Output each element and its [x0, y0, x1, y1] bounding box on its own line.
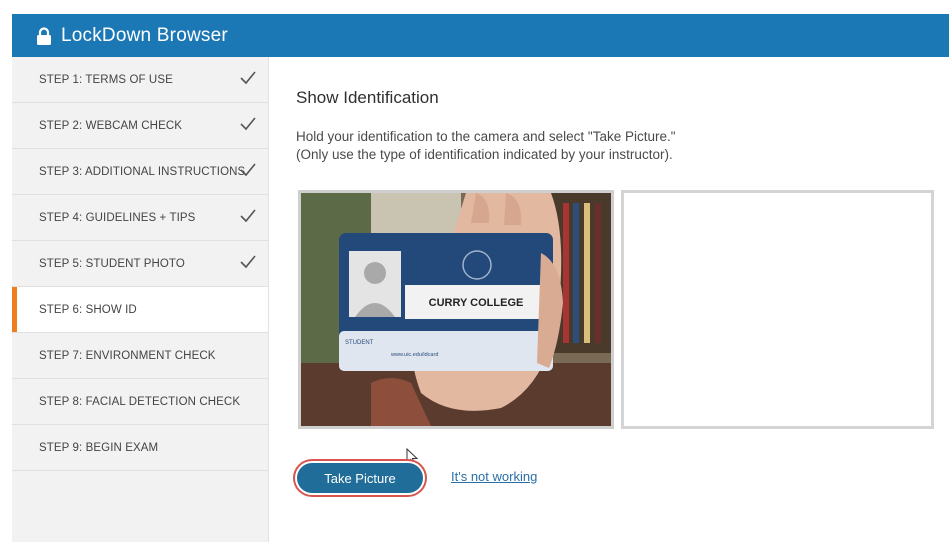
sidebar-item-webcam-check[interactable]: STEP 2: WEBCAM CHECK — [12, 103, 268, 149]
captured-photo-preview — [621, 190, 934, 429]
sidebar-item-label: STEP 4: GUIDELINES + TIPS — [39, 211, 196, 224]
checkmark-icon — [240, 117, 256, 131]
page-title: Show Identification — [296, 88, 439, 107]
checkmark-icon — [240, 163, 256, 177]
sidebar-item-terms-of-use[interactable]: STEP 1: TERMS OF USE — [12, 57, 268, 103]
sidebar-item-begin-exam[interactable]: STEP 9: BEGIN EXAM — [12, 425, 268, 471]
checkmark-icon — [240, 255, 256, 269]
sidebar-item-environment-check[interactable]: STEP 7: ENVIRONMENT CHECK — [12, 333, 268, 379]
sidebar-item-facial-detection-check[interactable]: STEP 8: FACIAL DETECTION CHECK — [12, 379, 268, 425]
app-title: LockDown Browser — [61, 24, 228, 46]
lock-icon — [37, 26, 51, 45]
instruction-note: (Only use the type of identification ind… — [296, 147, 673, 162]
steps-sidebar: STEP 1: TERMS OF USE STEP 2: WEBCAM CHEC… — [12, 57, 269, 542]
sidebar-item-student-photo[interactable]: STEP 5: STUDENT PHOTO — [12, 241, 268, 287]
webcam-feed: CURRY COLLEGE STUDENT www.uic.edu/idcard — [298, 190, 614, 429]
id-card-url: www.uic.edu/idcard — [390, 352, 438, 358]
sidebar-item-label: STEP 8: FACIAL DETECTION CHECK — [39, 395, 241, 408]
sidebar-item-label: STEP 9: BEGIN EXAM — [39, 441, 159, 454]
sidebar-item-label: STEP 5: STUDENT PHOTO — [39, 257, 185, 270]
webcam-image: CURRY COLLEGE STUDENT www.uic.edu/idcard — [301, 193, 611, 426]
sidebar-item-show-id[interactable]: STEP 6: SHOW ID — [12, 287, 268, 333]
title-bar: LockDown Browser — [12, 14, 949, 57]
sidebar-item-label: STEP 2: WEBCAM CHECK — [39, 119, 183, 132]
sidebar-item-label: STEP 3: ADDITIONAL INSTRUCTIONS — [39, 165, 246, 178]
sidebar-item-guidelines-tips[interactable]: STEP 4: GUIDELINES + TIPS — [12, 195, 268, 241]
instructions: Hold your identification to the camera a… — [296, 128, 676, 164]
id-card: CURRY COLLEGE STUDENT www.uic.edu/idcard — [339, 233, 553, 371]
take-picture-button[interactable]: Take Picture — [297, 463, 423, 493]
sidebar-item-label: STEP 7: ENVIRONMENT CHECK — [39, 349, 216, 362]
id-card-school: CURRY COLLEGE — [429, 297, 524, 309]
sidebar-item-additional-instructions[interactable]: STEP 3: ADDITIONAL INSTRUCTIONS — [12, 149, 268, 195]
lockdown-window: LockDown Browser STEP 1: TERMS OF USE ST… — [12, 14, 949, 542]
checkmark-icon — [240, 71, 256, 85]
sidebar-item-label: STEP 6: SHOW ID — [39, 303, 137, 316]
checkmark-icon — [240, 209, 256, 223]
main-panel: Show Identification Hold your identifica… — [269, 57, 949, 542]
id-card-role: STUDENT — [345, 340, 374, 346]
instruction-line: Hold your identification to the camera a… — [296, 129, 676, 144]
not-working-link[interactable]: It's not working — [451, 469, 537, 484]
sidebar-item-label: STEP 1: TERMS OF USE — [39, 73, 173, 86]
